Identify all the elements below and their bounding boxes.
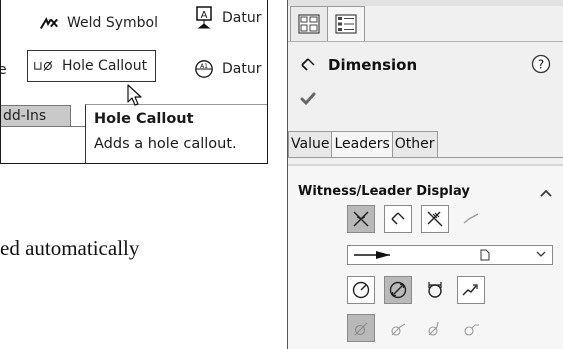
leader-style-button[interactable]: [457, 205, 485, 233]
outside-arrows-button[interactable]: [347, 205, 375, 233]
inside-arrows-button[interactable]: [384, 205, 412, 233]
document-icon: [480, 249, 490, 261]
arrow-style-dropdown[interactable]: [347, 245, 553, 265]
foreshortened-icon: [462, 284, 478, 296]
arrowhead-style-icon: [354, 251, 390, 259]
datum-target-tool[interactable]: A1 Datur: [194, 60, 261, 78]
bent-leader-option-2[interactable]: [384, 314, 412, 342]
bent-leader-icon: [354, 322, 368, 336]
tab-value[interactable]: Value: [288, 131, 333, 158]
witness-leader-display-group: Witness/Leader Display: [288, 164, 563, 349]
mouse-cursor-icon: [127, 84, 142, 106]
ok-button[interactable]: [300, 92, 316, 111]
tab-baseline: [288, 157, 563, 158]
outside-arrows-icon: [353, 211, 369, 227]
weld-symbol-icon: [39, 14, 59, 32]
hole-callout-tool[interactable]: Hole Callout: [27, 50, 157, 82]
title-label: Dimension: [328, 56, 418, 74]
foreshortened-button[interactable]: [457, 276, 485, 304]
datum-feature-icon: A: [194, 6, 214, 29]
tab-property-manager[interactable]: [327, 6, 365, 42]
tooltip-description: Adds a hole callout.: [94, 136, 237, 152]
datum-target-label: Datur: [222, 61, 262, 77]
tab-other[interactable]: Other: [391, 131, 438, 158]
checkmark-icon: [300, 92, 316, 106]
chevron-up-icon: [540, 189, 552, 197]
datum-target-icon: A1: [194, 60, 214, 78]
hole-callout-icon: [34, 57, 54, 75]
hole-callout-label: Hole Callout: [62, 58, 148, 74]
diameter-leader-button[interactable]: [384, 276, 412, 304]
radius-icon: [352, 281, 370, 299]
dimension-property-manager: Dimension ? Value Leaders Other Witness/…: [287, 0, 563, 349]
property-manager-title: Dimension: [300, 56, 417, 74]
tab-leaders[interactable]: Leaders: [331, 131, 393, 158]
tooltip: Hole Callout Adds a hole callout.: [85, 104, 267, 163]
dimension-icon: [300, 57, 318, 73]
property-list-icon: [335, 14, 357, 34]
svg-text:?: ?: [538, 58, 544, 72]
weld-symbol-label: Weld Symbol: [67, 15, 159, 31]
left-fragment-label: e: [1, 62, 7, 78]
inside-arrows-icon: [391, 212, 405, 225]
bent-leader-icon: [428, 321, 439, 336]
smart-arrows-button[interactable]: [421, 205, 449, 233]
manager-tabs: [290, 6, 365, 42]
datum-feature-label: Datur: [222, 10, 262, 26]
add-ins-tab[interactable]: dd-Ins: [1, 105, 71, 127]
leader-style-icon: [463, 213, 479, 224]
collapse-button[interactable]: [540, 184, 552, 202]
body-text-fragment: ed automatically: [0, 236, 140, 260]
bent-leader-icon: [464, 324, 479, 336]
smart-arrows-icon: [427, 211, 443, 227]
tab-feature-manager[interactable]: [290, 6, 328, 42]
bent-leader-icon: [391, 323, 406, 336]
bent-leader-option-4[interactable]: [457, 314, 485, 342]
feature-tree-icon: [298, 14, 320, 34]
weld-symbol-tool[interactable]: Weld Symbol: [39, 14, 158, 32]
linear-diameter-button[interactable]: [421, 276, 449, 304]
linear-diameter-icon: [428, 282, 442, 298]
bent-leader-option-3[interactable]: [421, 314, 449, 342]
diameter-icon: [389, 281, 407, 299]
chevron-down-icon: [536, 251, 546, 257]
tab-baseline: [288, 41, 563, 42]
group-title: Witness/Leader Display: [298, 184, 470, 199]
datum-feature-tool[interactable]: A Datur: [194, 6, 262, 29]
bent-leader-option-1[interactable]: [347, 314, 375, 342]
dimension-tabs: Value Leaders Other: [288, 131, 438, 158]
svg-text:A: A: [201, 10, 208, 21]
annotation-ribbon: Weld Symbol A Datur e Hole Callout: [0, 0, 268, 164]
tooltip-title: Hole Callout: [94, 111, 194, 127]
question-circle-icon: ?: [531, 54, 551, 74]
help-button[interactable]: ?: [531, 54, 551, 79]
radial-leader-button[interactable]: [347, 276, 375, 304]
svg-text:A1: A1: [200, 64, 208, 70]
